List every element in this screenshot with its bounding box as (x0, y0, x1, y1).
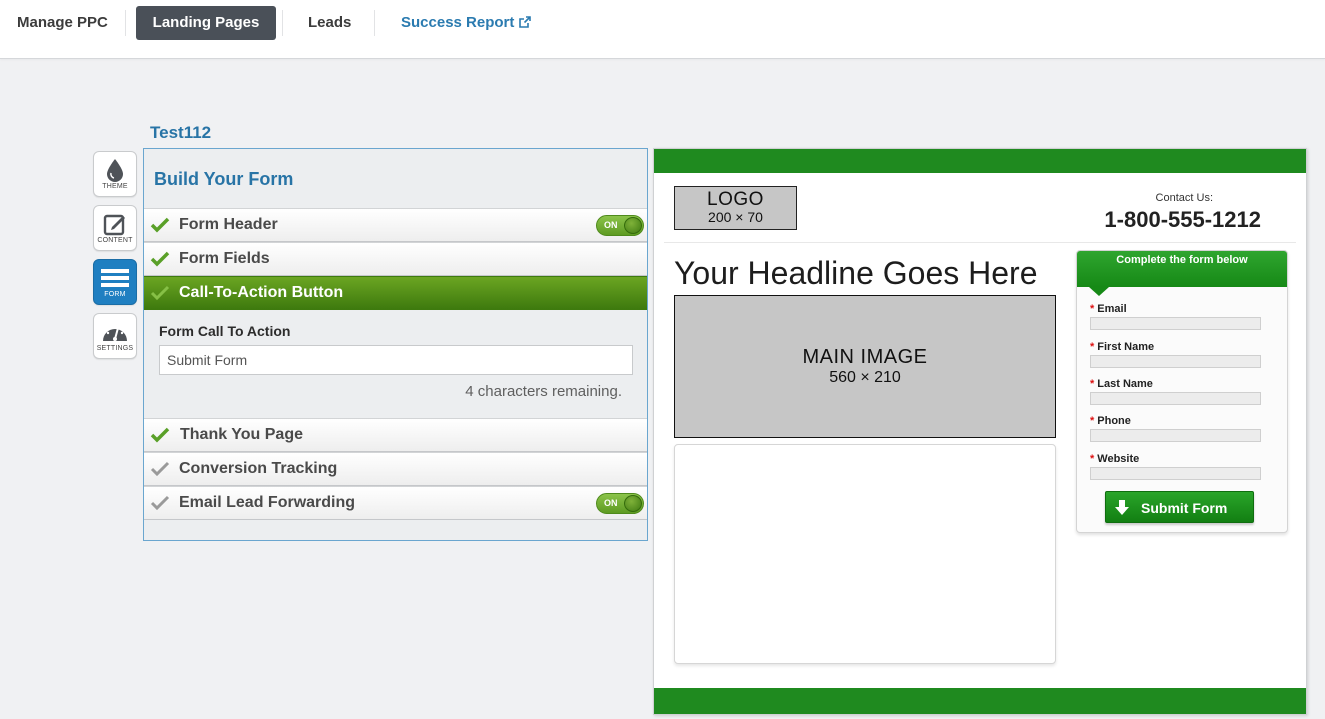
content-tool-button[interactable]: CONTENT (93, 205, 137, 251)
lead-form: Complete the form below * Email * First Na… (1076, 250, 1288, 533)
section-label: Form Fields (179, 250, 270, 267)
build-form-panel: Build Your Form Form Header ON Form Fiel… (143, 148, 648, 541)
checkmark-icon (150, 495, 170, 511)
section-call-to-action-button[interactable]: Call-To-Action Button (144, 276, 647, 310)
form-call-to-action-input[interactable] (159, 345, 633, 375)
section-label: Form Header (179, 216, 278, 233)
content-tool-label: CONTENT (97, 237, 133, 244)
section-form-fields[interactable]: Form Fields (144, 242, 647, 276)
edit-icon (103, 214, 125, 236)
section-label: Call-To-Action Button (179, 284, 344, 301)
email-lead-forwarding-toggle[interactable]: ON (596, 493, 644, 514)
characters-remaining: 4 characters remaining. (465, 383, 622, 400)
list-icon (101, 269, 129, 287)
phone-number[interactable]: 1-800-555-1212 (1104, 207, 1261, 233)
panel-title: Build Your Form (154, 169, 294, 189)
checkmark-icon (150, 251, 170, 267)
form-field-first-name: * First Name (1090, 341, 1261, 368)
checkmark-icon (150, 285, 170, 301)
email-input[interactable] (1090, 317, 1261, 330)
logo-size: 200 × 70 (708, 209, 763, 225)
nav-success-report-label: Success Report (401, 14, 515, 31)
section-label: Thank You Page (180, 426, 303, 443)
toggle-knob (624, 217, 642, 234)
theme-tool-button[interactable]: THEME (93, 151, 137, 197)
nav-success-report[interactable]: Success Report (381, 6, 551, 40)
main-image-label: MAIN IMAGE (802, 346, 928, 368)
project-title: Test112 (150, 123, 212, 142)
first-name-input[interactable] (1090, 355, 1261, 368)
submit-form-label: Submit Form (1141, 500, 1228, 516)
form-field-last-name: * Last Name (1090, 378, 1261, 405)
main-image-size: 560 × 210 (829, 369, 901, 386)
last-name-input[interactable] (1090, 392, 1261, 405)
nav-separator (374, 10, 375, 36)
form-header-banner: Complete the form below (1077, 251, 1287, 287)
nav-separator (282, 10, 283, 36)
section-thank-you-page[interactable]: Thank You Page (144, 418, 647, 452)
form-header-arrow (1089, 287, 1109, 296)
nav-leads[interactable]: Leads (288, 6, 371, 40)
form-field-label: * Phone (1090, 415, 1131, 427)
form-tool-label: FORM (104, 291, 126, 298)
main-image-placeholder[interactable]: MAIN IMAGE 560 × 210 (674, 295, 1056, 438)
form-field-label: * Email (1090, 303, 1127, 315)
form-field-phone: * Phone (1090, 415, 1261, 442)
form-header-toggle[interactable]: ON (596, 215, 644, 236)
toggle-label: ON (604, 498, 618, 508)
settings-tool-button[interactable]: SETTINGS (93, 313, 137, 359)
headline[interactable]: Your Headline Goes Here (674, 255, 1037, 292)
droplet-icon (107, 159, 123, 182)
external-link-icon (519, 16, 532, 28)
nav-manage-ppc[interactable]: Manage PPC (0, 6, 128, 40)
logo-placeholder[interactable]: LOGO 200 × 70 (674, 186, 797, 230)
section-conversion-tracking[interactable]: Conversion Tracking (144, 452, 647, 486)
contact-label: Contact Us: (1155, 192, 1213, 204)
section-email-lead-forwarding[interactable]: Email Lead Forwarding ON (144, 486, 647, 520)
theme-tool-label: THEME (102, 183, 128, 190)
toggle-label: ON (604, 220, 618, 230)
form-header-text: Complete the form below (1116, 254, 1248, 266)
form-field-website: * Website (1090, 453, 1261, 480)
preview-footer-bar (654, 688, 1306, 714)
checkmark-icon (150, 217, 170, 233)
form-call-to-action-label: Form Call To Action (159, 323, 291, 339)
checkmark-icon (150, 427, 170, 443)
nav-landing-pages[interactable]: Landing Pages (136, 6, 276, 40)
preview-header-bar (654, 149, 1306, 173)
section-form-header[interactable]: Form Header ON (144, 208, 647, 242)
phone-input[interactable] (1090, 429, 1261, 442)
arrow-down-icon (1115, 500, 1129, 515)
form-field-label: * Last Name (1090, 378, 1153, 390)
toggle-knob (624, 495, 642, 512)
landing-page-preview: LOGO 200 × 70 Contact Us: 1-800-555-1212… (653, 148, 1307, 715)
nav-separator (125, 10, 126, 36)
form-field-email: * Email (1090, 303, 1261, 330)
top-navigation: Manage PPC Landing Pages Leads Success R… (0, 0, 1325, 59)
checkmark-icon (150, 461, 170, 477)
section-label: Conversion Tracking (179, 460, 338, 477)
content-area[interactable] (674, 444, 1056, 664)
form-tool-button[interactable]: FORM (93, 259, 137, 305)
cta-settings: Form Call To Action 4 characters remaini… (144, 311, 647, 419)
section-label: Email Lead Forwarding (179, 494, 356, 511)
submit-form-button[interactable]: Submit Form (1105, 491, 1254, 523)
gauge-icon (103, 325, 127, 341)
form-field-label: * Website (1090, 453, 1140, 465)
preview-divider (664, 242, 1296, 243)
logo-label: LOGO (707, 189, 764, 210)
form-field-label: * First Name (1090, 341, 1155, 353)
website-input[interactable] (1090, 467, 1261, 480)
settings-tool-label: SETTINGS (96, 345, 134, 352)
